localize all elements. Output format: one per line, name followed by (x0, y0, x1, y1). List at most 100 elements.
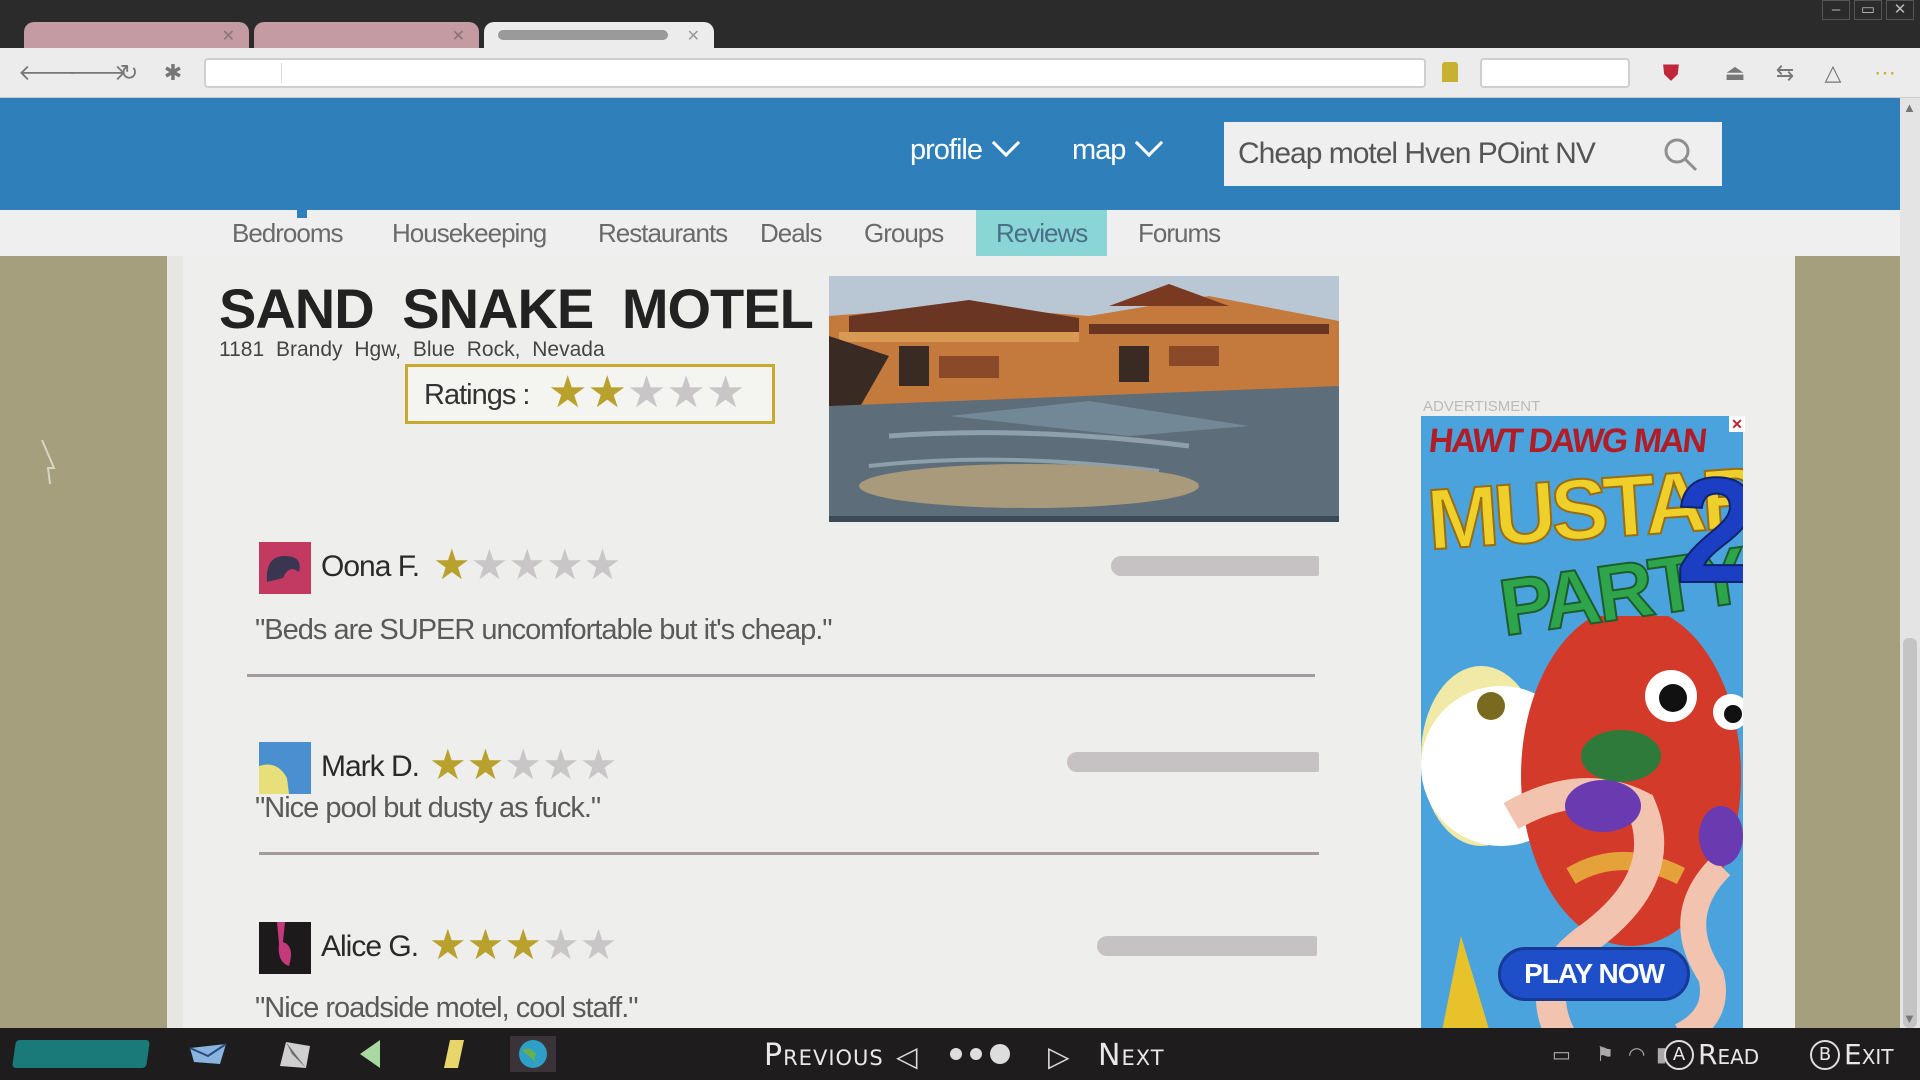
browser-search-field[interactable] (1480, 58, 1630, 88)
divider (247, 674, 1315, 677)
scroll-up-icon[interactable]: ▲ (1903, 100, 1916, 115)
site-header: profile map (0, 98, 1900, 210)
back-arrow-icon[interactable]: 🡐 (18, 60, 77, 86)
page-title: SAND SNAKE MOTEL (219, 277, 814, 340)
motel-address: 1181 Brandy Hgw, Blue Rock, Nevada (219, 338, 605, 361)
laptop-icon: ▭ (1552, 1044, 1571, 1066)
avatar[interactable] (259, 922, 311, 974)
profile-menu[interactable]: profile (910, 128, 1021, 167)
browser-toolbar: 🡐 🡒 ↻ ✱ ⛊ ⏏ ⇆ △ ⋯ (0, 48, 1920, 98)
star-filled-icon: ★ (466, 921, 505, 968)
address-bar[interactable] (204, 58, 1426, 88)
chevron-down-icon (1135, 128, 1164, 158)
read-button-hint[interactable]: A Read (1664, 1038, 1759, 1074)
close-tab-icon[interactable]: ✕ (687, 26, 700, 46)
star-empty-icon: ★ (541, 741, 580, 788)
more-menu-icon[interactable]: ⋯ (1870, 60, 1900, 86)
review-date-redacted (1097, 936, 1317, 956)
tab-housekeeping[interactable]: Housekeeping (372, 210, 566, 256)
close-tab-icon[interactable]: ✕ (452, 26, 465, 46)
scroll-down-icon[interactable]: ▼ (1903, 1011, 1916, 1026)
star-filled-icon: ★ (429, 921, 467, 968)
files-app-icon[interactable] (272, 1036, 318, 1072)
divider (259, 852, 1319, 855)
browser-tab-2[interactable]: ✕ (254, 22, 479, 50)
review-date-redacted (1111, 556, 1319, 576)
next-arrow-icon[interactable]: ▷ (1048, 1040, 1070, 1073)
browser-tab-active[interactable]: ✕ (484, 22, 714, 50)
browser-app-icon[interactable] (510, 1036, 556, 1072)
a-button-icon: A (1664, 1040, 1694, 1070)
forward-arrow-icon[interactable]: 🡒 (68, 60, 127, 86)
warning-icon[interactable]: △ (1818, 60, 1848, 86)
next-page-label[interactable]: Next (1098, 1038, 1165, 1073)
star-filled-icon: ★ (548, 368, 588, 417)
star-filled-icon: ★ (466, 741, 505, 788)
tab-bedrooms[interactable]: Bedrooms (212, 210, 363, 256)
previous-page-label[interactable]: Previous (764, 1038, 884, 1073)
overall-rating: Ratings : ★★★★★ (405, 364, 775, 424)
tab-groups[interactable]: Groups (844, 210, 963, 256)
map-menu[interactable]: map (1072, 128, 1164, 167)
review-stars: ★★★★★ (429, 744, 617, 786)
bookmark-icon[interactable] (1442, 62, 1458, 82)
flag-icon: ⚑ (1596, 1044, 1614, 1066)
star-empty-icon: ★ (545, 541, 584, 588)
browser-tab-1[interactable]: ✕ (24, 22, 249, 50)
start-bar[interactable] (12, 1040, 150, 1068)
reviewer-name[interactable]: Oona F. (321, 550, 420, 584)
chevron-down-icon (991, 128, 1021, 158)
close-window-icon[interactable]: ✕ (1886, 0, 1914, 20)
star-filled-icon: ★ (587, 368, 627, 417)
mail-app-icon[interactable] (186, 1036, 232, 1072)
play-now-button[interactable]: PLAY NOW (1501, 950, 1687, 998)
page-scrollbar[interactable]: ▲ ▼ (1900, 98, 1920, 1028)
tab-restaurants[interactable]: Restaurants (578, 210, 747, 256)
console-taskbar: Previous ◁ ▷ Next ▭ ⚑ ◠ ▮ A Read B Exit (0, 1028, 1920, 1080)
previous-arrow-icon[interactable]: ◁ (896, 1040, 918, 1073)
reviewer-name[interactable]: Mark D. (321, 750, 420, 784)
tab-reviews[interactable]: Reviews (976, 210, 1108, 256)
notes-app-icon[interactable] (430, 1036, 476, 1072)
close-tab-icon[interactable]: ✕ (222, 26, 235, 46)
ad-sequel-number: 2 (1674, 445, 1743, 615)
lock-icon[interactable]: ⏏ (1720, 60, 1750, 86)
star-filled-icon: ★ (433, 541, 471, 588)
avatar[interactable] (259, 742, 311, 794)
scrollbar-thumb[interactable] (1903, 638, 1917, 1028)
close-ad-icon[interactable]: ✕ (1729, 416, 1745, 432)
tab-deals[interactable]: Deals (740, 210, 841, 256)
advertisement[interactable]: HAWT DAWG MAN MUSTARD PARTY 2 PLAY NOW (1421, 416, 1743, 1028)
sync-icon[interactable]: ⇆ (1770, 60, 1800, 86)
review-date-redacted (1067, 752, 1319, 772)
page-indicator (950, 1044, 1010, 1064)
star-empty-icon: ★ (504, 741, 542, 788)
star-empty-icon: ★ (705, 368, 746, 417)
ad-label: ADVERTISMENT (1423, 398, 1541, 415)
ratings-label: Ratings : (424, 379, 530, 411)
reviewer-name[interactable]: Alice G. (321, 930, 419, 964)
site-search-input[interactable] (1224, 122, 1644, 186)
maps-app-icon[interactable] (350, 1036, 396, 1072)
reload-icon[interactable]: ↻ (114, 60, 144, 86)
maximize-icon[interactable]: ▭ (1854, 0, 1882, 20)
tab-forums[interactable]: Forums (1118, 210, 1240, 256)
star-empty-icon: ★ (626, 368, 667, 417)
review-text: "Nice roadside motel, cool staff." (255, 992, 639, 1024)
web-page: profile map Bedrooms Housekeeping Restau… (0, 98, 1900, 1028)
category-nav: Bedrooms Housekeeping Restaurants Deals … (0, 210, 1900, 256)
shield-badge-icon[interactable]: ⛊ (1656, 60, 1686, 86)
map-label: map (1072, 134, 1126, 166)
minimize-icon[interactable]: – (1822, 0, 1850, 20)
exit-button-hint[interactable]: B Exit (1810, 1038, 1894, 1074)
star-empty-icon: ★ (541, 921, 580, 968)
search-icon[interactable] (1660, 134, 1700, 174)
cursor-pointer-icon (41, 439, 56, 485)
review-stars: ★★★★★ (433, 544, 621, 586)
read-label: Read (1698, 1038, 1760, 1071)
extensions-icon[interactable]: ✱ (158, 60, 188, 86)
star-empty-icon: ★ (508, 541, 546, 588)
star-empty-icon: ★ (579, 741, 618, 788)
avatar[interactable] (259, 542, 311, 594)
site-search-box (1224, 122, 1722, 186)
